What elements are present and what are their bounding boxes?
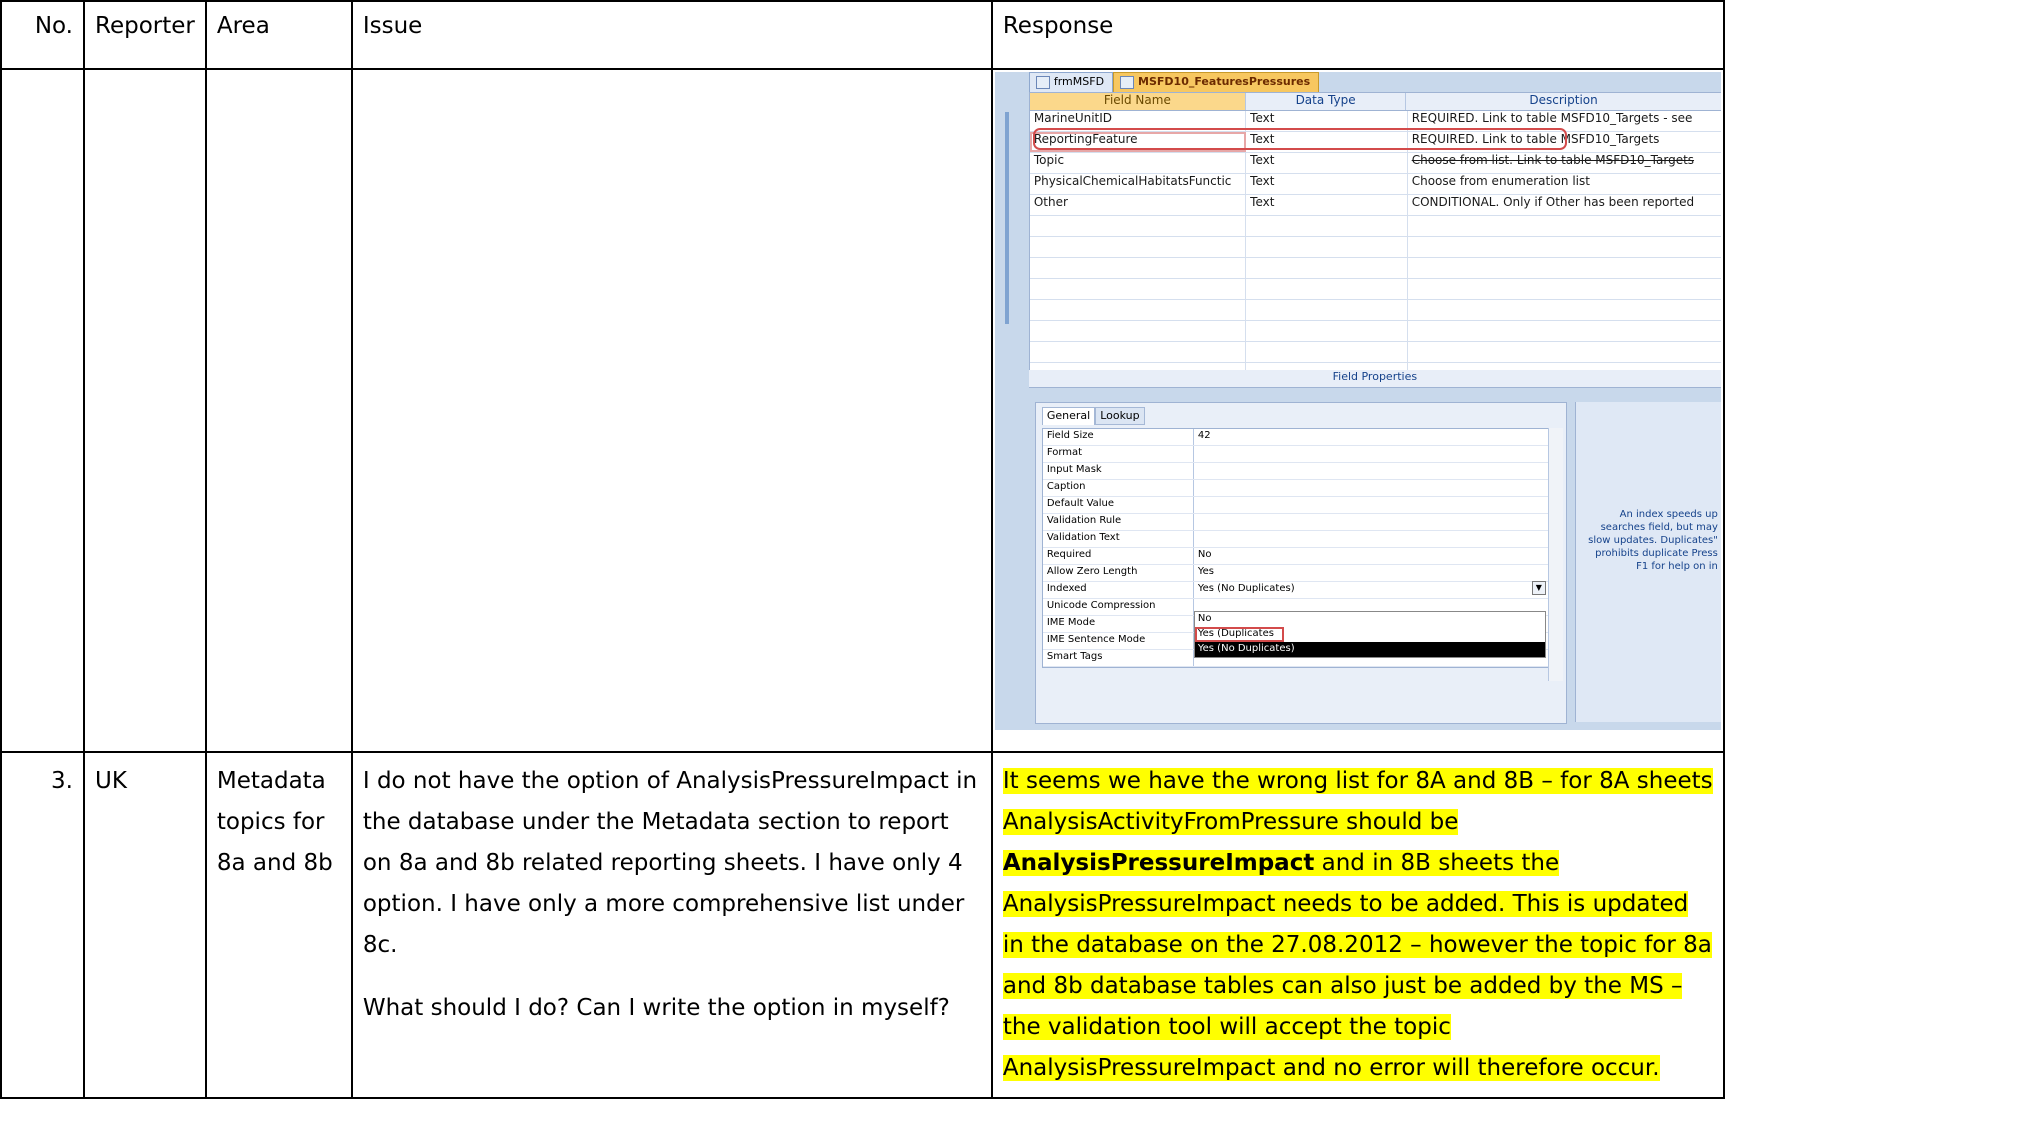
row-area: Metadata topics for 8a and 8b	[204, 751, 353, 1099]
cell-empty	[204, 68, 353, 753]
header-response: Response	[990, 0, 1725, 70]
highlight-box	[1032, 128, 1567, 150]
col-data-type: Data Type	[1246, 93, 1407, 110]
response-screenshot-cell: frmMSFD MSFD10_FeaturesPressures Field N…	[990, 68, 1725, 753]
tab-msfd10-featurespressures: MSFD10_FeaturesPressures	[1113, 72, 1320, 94]
cell-empty	[83, 68, 207, 753]
response-bold-term: AnalysisPressureImpact	[1002, 850, 1315, 876]
indexed-dropdown-list: No Yes (Duplicates OK) Yes (No Duplicate…	[1193, 611, 1546, 658]
col-field-name: Field Name	[1029, 93, 1246, 110]
row-response: It seems we have the wrong list for 8A a…	[990, 751, 1725, 1099]
cell-empty	[350, 68, 993, 753]
issues-table: No. Reporter Area Issue Response frmMSFD…	[0, 0, 1725, 1099]
row-issue: I do not have the option of AnalysisPres…	[350, 751, 993, 1099]
field-properties-panel: General Lookup Field Size 42 Format Input…	[1034, 402, 1567, 724]
header-area: Area	[204, 0, 353, 70]
tab-lookup: Lookup	[1095, 407, 1145, 425]
cell-empty	[0, 68, 85, 753]
response-text-continued: and in 8B sheets the AnalysisPressureImp…	[1002, 850, 1712, 1081]
response-text: It seems we have the wrong list for 8A a…	[1002, 768, 1713, 835]
header-no: No.	[0, 0, 85, 70]
field-properties-label: Field Properties	[1028, 370, 1721, 388]
row-number: 3.	[0, 751, 85, 1099]
scroll-handle	[1004, 112, 1009, 324]
props-scrollbar	[1547, 428, 1563, 681]
help-pane: An index speeds up searches field, but m…	[1574, 402, 1721, 722]
form-icon	[1035, 76, 1050, 89]
tab-general: General	[1041, 407, 1096, 425]
table-icon	[1120, 76, 1135, 89]
header-reporter: Reporter	[83, 0, 207, 70]
col-description: Description	[1406, 93, 1721, 110]
field-row: PhysicalChemicalHabitatsFunctic Text Choos…	[1029, 174, 1721, 195]
dropdown-arrow-icon: ▼	[1531, 581, 1546, 595]
issue-question: What should I do? Can I write the option…	[362, 995, 950, 1021]
field-row: Topic Text Choose from list. Link to table…	[1029, 153, 1721, 174]
field-row: Other Text CONDITIONAL. Only if Other has …	[1029, 195, 1721, 216]
header-row: No. Reporter Area Issue Response	[0, 0, 1725, 70]
row-reporter: UK	[83, 751, 207, 1099]
tab-frmmsfd: frmMSFD	[1028, 72, 1114, 94]
access-table-design-screenshot: frmMSFD MSFD10_FeaturesPressures Field N…	[994, 72, 1721, 730]
table-row-screenshot: frmMSFD MSFD10_FeaturesPressures Field N…	[0, 68, 1725, 753]
header-issue: Issue	[350, 0, 993, 70]
table-row: 3. UK Metadata topics for 8a and 8b I do…	[0, 751, 1725, 1099]
issue-paragraph: I do not have the option of AnalysisPres…	[362, 768, 978, 958]
